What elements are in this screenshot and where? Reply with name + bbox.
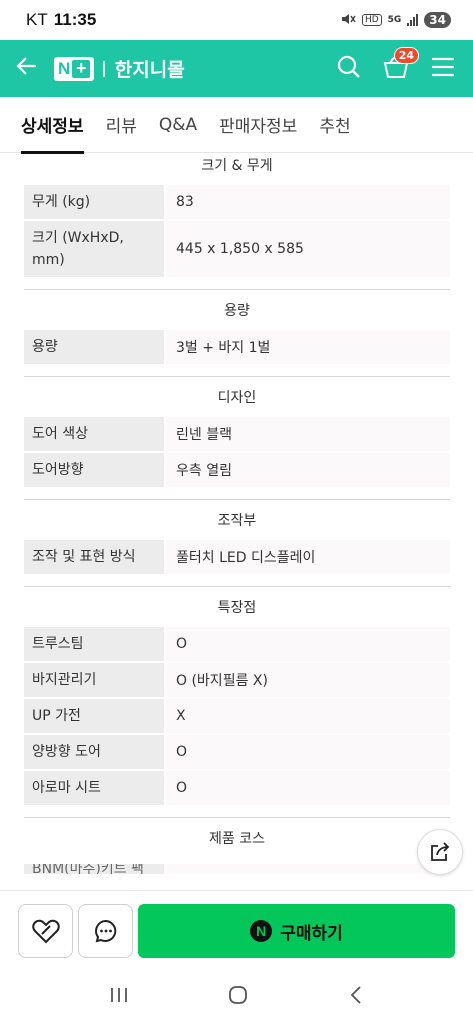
spec-row: 양방향 도어 O	[24, 735, 450, 771]
section-divider	[24, 586, 450, 587]
clock: 11:35	[53, 10, 97, 29]
battery-icon: 34	[424, 12, 451, 28]
status-icons: HD 5G 34	[340, 12, 451, 29]
spec-key: 도어방향	[24, 453, 164, 489]
spec-row: 바지관리기 O (바지필름 X)	[24, 663, 450, 699]
signal-icon	[407, 14, 419, 26]
cart-button[interactable]: 24	[383, 46, 419, 83]
section-divider	[24, 499, 450, 500]
buy-button[interactable]: N 구매하기	[138, 904, 455, 958]
naver-pay-icon: N	[250, 920, 273, 942]
header-divider	[103, 60, 105, 77]
header-actions: 24	[337, 40, 455, 97]
spec-key: 아로마 시트	[24, 771, 164, 807]
spec-row: 크기 (WxHxD, mm) 445 x 1,850 x 585	[24, 221, 450, 279]
section-divider	[24, 289, 450, 290]
spec-row: 아로마 시트 O	[24, 771, 450, 807]
cart-count-badge: 24	[393, 46, 419, 64]
hd-icon: HD	[361, 14, 382, 26]
talk-button[interactable]	[78, 904, 133, 958]
spec-key: 조작 및 표현 방식	[24, 540, 164, 576]
store-name[interactable]: 한지니몰	[115, 55, 185, 82]
hamburger-icon	[432, 57, 454, 76]
spec-row: 도어 색상 린넨 블랙	[24, 417, 450, 453]
spec-value: O	[166, 771, 450, 807]
back-arrow-icon	[16, 57, 36, 75]
logo-plus: +	[72, 58, 91, 78]
chevron-left-icon	[350, 986, 361, 1004]
tab-qna[interactable]: Q&A	[159, 97, 197, 153]
back-button[interactable]	[16, 55, 36, 82]
tab-reviews[interactable]: 리뷰	[106, 97, 137, 153]
spec-key: 무게 (kg)	[24, 185, 164, 221]
share-icon	[431, 842, 450, 861]
section-divider	[24, 817, 450, 818]
spec-content: 크기 & 무게 무게 (kg) 83 크기 (WxHxD, mm) 445 x …	[24, 153, 450, 874]
back-nav-button[interactable]	[348, 984, 364, 1010]
buy-button-label: 구매하기	[280, 923, 343, 944]
recent-apps-icon	[111, 988, 128, 1002]
home-icon	[229, 986, 248, 1004]
logo-n: N	[58, 58, 71, 78]
spec-key: 크기 (WxHxD, mm)	[24, 221, 164, 279]
heart-icon	[31, 919, 60, 944]
network-label: 5G	[387, 15, 402, 25]
section-title-features: 특장점	[217, 600, 257, 616]
tab-recommend[interactable]: 추천	[319, 97, 350, 153]
section-title-capacity: 용량	[224, 303, 250, 319]
spec-key: 트루스팀	[24, 627, 164, 663]
product-tabs: 상세정보 리뷰 Q&A 판매자정보 추천	[0, 97, 473, 154]
spec-key: 바지관리기	[24, 663, 164, 699]
wishlist-button[interactable]	[18, 904, 73, 958]
share-button[interactable]	[417, 829, 463, 875]
chat-bubble-icon	[94, 919, 116, 943]
section-divider	[24, 376, 450, 377]
system-nav-bar	[0, 970, 473, 1024]
spec-key: BNM(마추)키트 팩	[24, 864, 164, 874]
spec-key: UP 가전	[24, 699, 164, 735]
spec-row: 조작 및 표현 방식 풀터치 LED 디스플레이	[24, 540, 450, 576]
section-title-size-weight: 크기 & 무게	[201, 158, 273, 174]
spec-value: O	[166, 735, 450, 771]
spec-row: UP 가전 X	[24, 699, 450, 735]
section-title-controls: 조작부	[217, 513, 257, 529]
recent-apps-button[interactable]	[109, 986, 129, 1008]
spec-value: 린넨 블랙	[166, 417, 450, 453]
spec-value: 445 x 1,850 x 585	[166, 221, 450, 279]
spec-row-partial: BNM(마추)키트 팩	[24, 864, 450, 874]
status-bar: KT 11:35 HD 5G 34	[0, 0, 473, 40]
status-left: KT 11:35	[26, 10, 96, 30]
spec-value: 83	[166, 185, 450, 221]
spec-value: 우측 열림	[166, 453, 450, 489]
spec-key: 양방향 도어	[24, 735, 164, 771]
search-icon	[337, 55, 360, 78]
spec-value: 풀터치 LED 디스플레이	[166, 540, 450, 576]
spec-value: 3벌 + 바지 1벌	[166, 330, 450, 366]
carrier: KT	[26, 10, 48, 29]
mute-icon	[340, 12, 356, 29]
spec-key: 용량	[24, 330, 164, 366]
home-button[interactable]	[227, 984, 249, 1010]
spec-key: 도어 색상	[24, 417, 164, 453]
purchase-bar: N 구매하기	[0, 890, 473, 970]
app-header: N + 한지니몰 24	[0, 40, 473, 97]
spec-value	[166, 864, 450, 874]
spec-value: O (바지필름 X)	[166, 663, 450, 699]
spec-value: O	[166, 627, 450, 663]
tab-seller-info[interactable]: 판매자정보	[219, 97, 297, 153]
tab-detail-info[interactable]: 상세정보	[21, 97, 84, 154]
menu-button[interactable]	[431, 57, 455, 81]
section-title-design: 디자인	[217, 390, 257, 406]
spec-row: 무게 (kg) 83	[24, 185, 450, 221]
naver-plus-logo[interactable]: N +	[54, 56, 95, 81]
spec-value: X	[166, 699, 450, 735]
spec-row: 용량 3벌 + 바지 1벌	[24, 330, 450, 366]
section-title-courses: 제품 코스	[209, 831, 265, 847]
spec-row: 트루스팀 O	[24, 627, 450, 663]
spec-row: 도어방향 우측 열림	[24, 453, 450, 489]
search-button[interactable]	[337, 55, 361, 83]
